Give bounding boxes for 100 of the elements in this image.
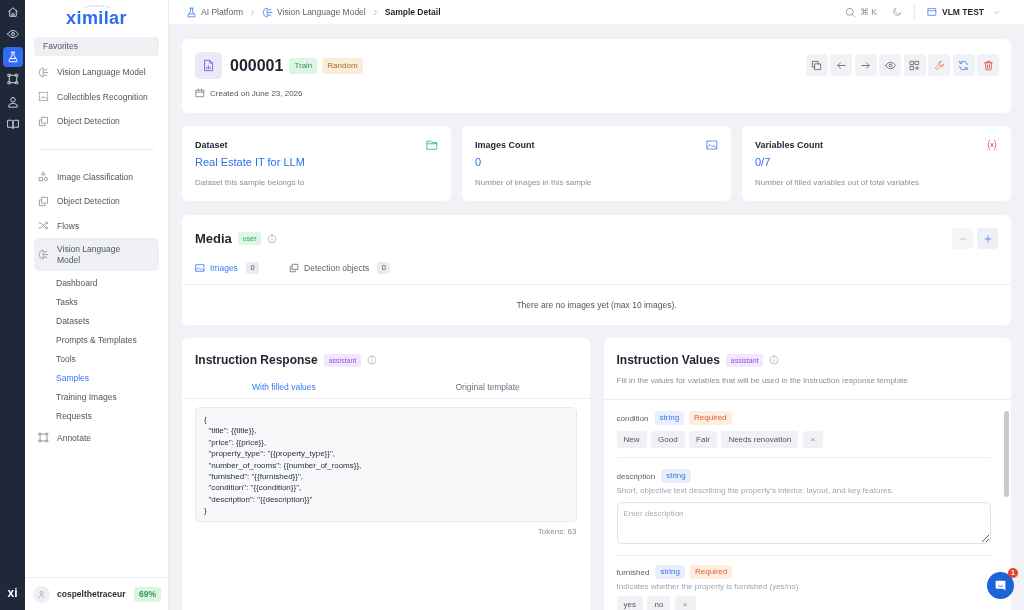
- sidebar-item[interactable]: Vision Language Model: [34, 238, 159, 271]
- brain-circuit-icon: [38, 66, 49, 78]
- window-icon: [926, 7, 937, 17]
- sidebar-item[interactable]: Vision Language Model: [34, 60, 159, 85]
- info-icon[interactable]: [267, 233, 278, 244]
- empty-message: There are no images yet (max 10 images).: [516, 300, 677, 310]
- arrow-right-icon: [860, 59, 871, 71]
- bounding-box-icon: [6, 73, 19, 86]
- breadcrumb-link[interactable]: Sample Detail: [384, 7, 441, 17]
- overlapping-squares-icon: [38, 195, 49, 207]
- variable-icon: [986, 139, 998, 151]
- image-icon: [706, 139, 718, 151]
- variable-name: description: [616, 471, 656, 481]
- dashed-frame-icon: [38, 91, 49, 103]
- view-tab[interactable]: With filled values: [182, 371, 386, 398]
- option-chip[interactable]: Needs renovation: [721, 431, 799, 448]
- flask-icon: [186, 6, 197, 18]
- workspace-selector[interactable]: VLM TEST: [926, 7, 1000, 17]
- sidebar-item[interactable]: Object Detection: [34, 109, 159, 134]
- book-icon: [6, 117, 19, 130]
- plus-icon: [982, 233, 993, 244]
- copy-button[interactable]: [805, 54, 828, 76]
- home-icon: [6, 6, 19, 18]
- type-tag: string: [655, 565, 685, 579]
- section-description: Fill in the values for variables that will be used in the instruction response template.: [616, 376, 910, 385]
- section-title: Instruction Values: [616, 353, 720, 367]
- stat-description: Dataset this sample belongs to: [195, 178, 305, 188]
- type-tag: string: [661, 469, 691, 483]
- stat-value: 0/7: [755, 155, 771, 169]
- option-chip[interactable]: yes: [616, 596, 643, 610]
- eye-icon: [6, 28, 19, 41]
- search-icon: [844, 6, 856, 18]
- brand-logo: xi: [7, 586, 18, 600]
- folder-icon: [426, 139, 438, 151]
- chevron-down-icon: [993, 8, 1000, 16]
- section-title: Instruction Response: [195, 353, 318, 367]
- sidebar-item[interactable]: Flows: [34, 213, 159, 238]
- sidebar-subitem[interactable]: Datasets: [34, 311, 159, 331]
- scrollbar-thumb[interactable]: [1004, 411, 1009, 497]
- sidebar-subitem[interactable]: Tools: [34, 349, 159, 369]
- moon-icon[interactable]: [891, 7, 902, 17]
- breadcrumb-link[interactable]: Vision Language Model: [277, 7, 366, 17]
- previous-button[interactable]: [830, 54, 852, 76]
- sidebar-item[interactable]: Image Classification: [34, 164, 159, 189]
- view-button[interactable]: [879, 54, 901, 76]
- option-chip[interactable]: New: [616, 431, 647, 448]
- sidebar-item[interactable]: Collectibles Recognition: [34, 84, 159, 109]
- option-chip[interactable]: Fair: [689, 431, 717, 448]
- brain-circuit-icon: [262, 6, 274, 18]
- textarea-field[interactable]: Enter description: [616, 502, 991, 544]
- refresh-icon: [958, 59, 969, 71]
- shuffle-icon: [38, 220, 49, 232]
- info-icon[interactable]: [367, 355, 378, 365]
- document-icon: [195, 52, 222, 79]
- logo-dots-icon: [83, 4, 110, 8]
- add-button[interactable]: [977, 228, 998, 249]
- stat-description: Number of filled variables out of total variables: [755, 178, 920, 188]
- bounding-box-icon: [38, 432, 49, 444]
- tag: Train: [289, 57, 318, 74]
- sidebar-subitem[interactable]: Samples: [34, 368, 159, 388]
- breadcrumb-link[interactable]: AI Platform: [201, 7, 244, 17]
- option-chip[interactable]: no: [647, 596, 671, 610]
- view-tab[interactable]: Original template: [385, 371, 590, 398]
- image-icon: [195, 263, 205, 273]
- option-chip[interactable]: Good: [651, 431, 685, 448]
- required-tag: Required: [690, 565, 733, 579]
- next-button[interactable]: [854, 54, 877, 76]
- sidebar-item[interactable]: Object Detection: [34, 189, 159, 214]
- user-avatar: [33, 585, 50, 603]
- sample-id: 000001: [230, 56, 284, 75]
- flask-icon: [6, 50, 19, 63]
- sidebar-subitem[interactable]: Requests: [34, 406, 159, 426]
- dataset-link[interactable]: Real Estate IT for LLM: [195, 155, 305, 169]
- chevron-right-icon: [371, 8, 379, 16]
- sidebar-subitem[interactable]: Tasks: [34, 292, 159, 312]
- created-date: Created on June 23, 2026: [210, 88, 303, 98]
- usage-tag: 69%: [134, 586, 161, 602]
- sidebar-subitem[interactable]: Dashboard: [34, 273, 159, 293]
- sidebar-item[interactable]: Annotate: [34, 425, 159, 450]
- wrench-icon: [933, 59, 945, 71]
- sidebar-subitem[interactable]: Training Images: [34, 387, 159, 407]
- shapes-icon: [38, 171, 49, 183]
- arrow-left-icon: [835, 59, 847, 71]
- apps-plus-button[interactable]: [903, 54, 926, 76]
- rail-nav-button[interactable]: [2, 46, 23, 67]
- user-name: cospelthetraceur: [57, 589, 127, 599]
- tag: Random: [322, 57, 363, 74]
- overlapping-squares-icon: [289, 263, 300, 273]
- variable-name: furnished: [616, 567, 650, 577]
- delete-button[interactable]: [977, 54, 999, 76]
- copy-icon: [811, 59, 822, 71]
- overlapping-squares-icon: [38, 115, 49, 127]
- chevron-right-icon: [249, 8, 257, 16]
- sidebar-subitem[interactable]: Prompts & Templates: [34, 330, 159, 350]
- stat-title: Dataset: [195, 140, 228, 150]
- wrench-button[interactable]: [928, 54, 950, 76]
- variable-hint: Short, objective text describing the property's interior, layout, and key features.: [616, 486, 894, 496]
- refresh-button[interactable]: [952, 54, 975, 76]
- info-icon[interactable]: [769, 355, 780, 365]
- stat-description: Number of images in this sample: [475, 178, 592, 188]
